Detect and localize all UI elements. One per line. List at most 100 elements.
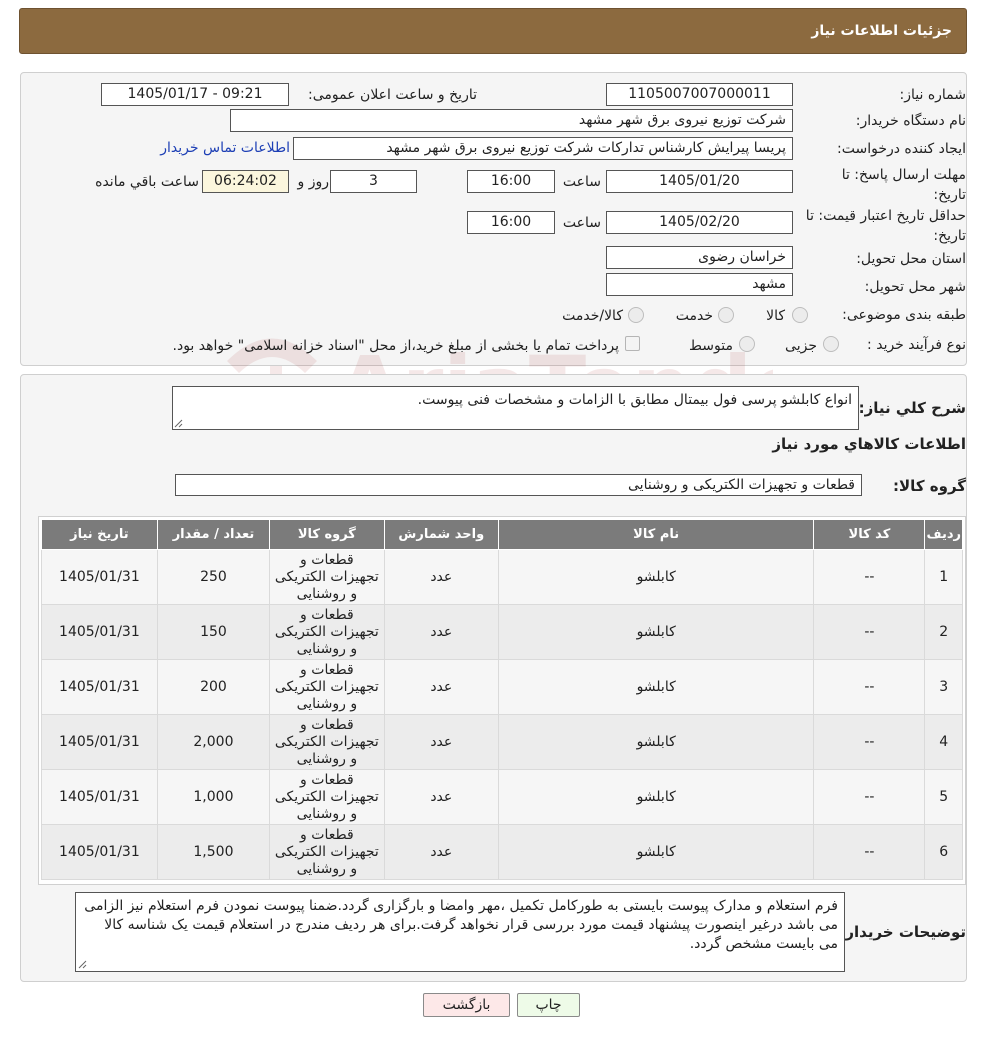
category-goods-service-radio[interactable]	[628, 307, 644, 323]
item-unit: عدد	[383, 824, 499, 880]
item-need-date: 1405/01/31	[41, 549, 158, 605]
goods-table-wrap: رديف کد کالا نام کالا واحد شمارش گروه کا…	[38, 516, 966, 885]
purchase-minor-label: جزیی	[785, 338, 817, 354]
validity-time-field: 16:00	[467, 211, 555, 234]
item-need-date: 1405/01/31	[41, 769, 158, 825]
announce-datetime-field: 1405/01/17 - 09:21	[101, 83, 289, 106]
item-quantity: 1,500	[156, 824, 271, 880]
item-unit: عدد	[383, 604, 499, 660]
description-label: شرح کلي نياز:	[858, 399, 966, 417]
table-row: 4 -- کابلشو عدد قطعات و تجهیزات الکتریکی…	[41, 714, 963, 770]
item-code: --	[813, 604, 926, 660]
resize-handle-icon[interactable]	[174, 419, 183, 428]
need-number-field: 1105007007000011	[606, 83, 793, 106]
buyer-org-field: شرکت توزیع نیروی برق شهر مشهد	[230, 109, 793, 132]
page-title: جزئیات اطلاعات نیاز	[811, 23, 952, 39]
item-name: کابلشو	[497, 714, 815, 770]
row-number: 6	[924, 824, 963, 880]
treasury-payment-note: پرداخت تمام یا بخشی از مبلغ خرید،از محل …	[172, 338, 619, 354]
item-need-date: 1405/01/31	[41, 714, 158, 770]
item-unit: عدد	[383, 659, 499, 715]
item-code: --	[813, 714, 926, 770]
row-number: 4	[924, 714, 963, 770]
city-field: مشهد	[606, 273, 793, 296]
item-quantity: 150	[156, 604, 271, 660]
table-row: 2 -- کابلشو عدد قطعات و تجهیزات الکتریکی…	[41, 604, 963, 660]
item-unit: عدد	[383, 549, 499, 605]
item-quantity: 1,000	[156, 769, 271, 825]
row-number: 2	[924, 604, 963, 660]
category-goods-radio[interactable]	[792, 307, 808, 323]
buyer-notes-textarea[interactable]: فرم استعلام و مدارک پیوست بایستی به طورک…	[75, 892, 845, 972]
goods-table: رديف کد کالا نام کالا واحد شمارش گروه کا…	[41, 519, 963, 880]
creator-label: ایجاد کننده درخواست:	[837, 141, 966, 157]
buyer-contact-link[interactable]: اطلاعات تماس خریدار	[156, 140, 290, 156]
goods-group-label: گروه کالا:	[893, 477, 966, 495]
buyer-notes-label: توضیحات خریدار:	[839, 923, 966, 941]
category-service-radio[interactable]	[718, 307, 734, 323]
purchase-minor-radio[interactable]	[823, 336, 839, 352]
col-code-header: کد کالا	[813, 519, 926, 550]
back-button[interactable]: بازگشت	[423, 993, 510, 1017]
deadline-time-field: 16:00	[467, 170, 555, 193]
row-number: 5	[924, 769, 963, 825]
item-name: کابلشو	[497, 824, 815, 880]
purchase-medium-radio[interactable]	[739, 336, 755, 352]
item-group: قطعات و تجهیزات الکتریکی و روشنایی	[269, 549, 385, 605]
item-quantity: 250	[156, 549, 271, 605]
item-group: قطعات و تجهیزات الکتریکی و روشنایی	[269, 714, 385, 770]
item-code: --	[813, 769, 926, 825]
col-name-header: نام کالا	[497, 519, 815, 550]
item-unit: عدد	[383, 769, 499, 825]
item-name: کابلشو	[497, 604, 815, 660]
table-row: 3 -- کابلشو عدد قطعات و تجهیزات الکتریکی…	[41, 659, 963, 715]
table-row: 1 -- کابلشو عدد قطعات و تجهیزات الکتریکی…	[41, 549, 963, 605]
price-validity-label: حداقل تاریخ اعتبار قیمت: تا تاریخ:	[805, 208, 966, 244]
item-need-date: 1405/01/31	[41, 604, 158, 660]
table-row: 6 -- کابلشو عدد قطعات و تجهیزات الکتریکی…	[41, 824, 963, 880]
category-goods-label: کالا	[766, 308, 785, 324]
item-need-date: 1405/01/31	[41, 824, 158, 880]
remaining-time-label: ساعت باقي مانده	[95, 174, 199, 190]
row-number: 1	[924, 549, 963, 605]
need-number-label: شماره نیاز:	[899, 87, 967, 103]
table-row: 5 -- کابلشو عدد قطعات و تجهیزات الکتریکی…	[41, 769, 963, 825]
city-label: شهر محل تحویل:	[864, 279, 966, 295]
table-header-row: رديف کد کالا نام کالا واحد شمارش گروه کا…	[41, 519, 963, 550]
col-group-header: گروه کالا	[269, 519, 385, 550]
item-unit: عدد	[383, 714, 499, 770]
info-panel: AriaTender.neT شماره نیاز: 1105007007000…	[20, 72, 967, 436]
purchase-type-label: نوع فرآیند خرید :	[867, 337, 966, 353]
print-button[interactable]: چاپ	[517, 993, 580, 1017]
item-group: قطعات و تجهیزات الکتریکی و روشنایی	[269, 769, 385, 825]
goods-panel: شرح کلي نياز: انواع کابلشو پرسی فول بیمت…	[20, 374, 967, 982]
item-code: --	[813, 824, 926, 880]
goods-group-field: قطعات و تجهیزات الکتریکی و روشنایی	[175, 474, 862, 496]
announce-datetime-label: تاریخ و ساعت اعلان عمومی:	[308, 87, 477, 103]
description-textarea[interactable]: انواع کابلشو پرسی فول بیمتال مطابق با ال…	[172, 386, 859, 430]
col-unit-header: واحد شمارش	[383, 519, 499, 550]
category-label: طبقه بندی موضوعی:	[842, 307, 966, 323]
goods-info-title: اطلاعات کالاهاي مورد نياز	[772, 435, 966, 453]
row-number: 3	[924, 659, 963, 715]
item-group: قطعات و تجهیزات الکتریکی و روشنایی	[269, 659, 385, 715]
purchase-medium-label: متوسط	[689, 338, 733, 354]
item-need-date: 1405/01/31	[41, 659, 158, 715]
item-quantity: 200	[156, 659, 271, 715]
page-header: جزئیات اطلاعات نیاز	[19, 8, 967, 54]
remaining-days-field: 3	[330, 170, 417, 193]
resize-handle-icon[interactable]	[78, 960, 87, 969]
province-label: استان محل تحویل:	[856, 251, 966, 267]
category-goods-service-label: کالا/خدمت	[562, 308, 623, 324]
deadline-label: مهلت ارسال پاسخ: تا تاریخ:	[841, 167, 966, 203]
category-service-label: خدمت	[675, 308, 713, 324]
validity-date-field: 1405/02/20	[606, 211, 793, 234]
col-row-header: رديف	[924, 519, 963, 550]
item-group: قطعات و تجهیزات الکتریکی و روشنایی	[269, 604, 385, 660]
col-date-header: تاریخ نیاز	[41, 519, 158, 550]
item-code: --	[813, 659, 926, 715]
remaining-time-field: 06:24:02	[202, 170, 289, 193]
item-code: --	[813, 549, 926, 605]
item-name: کابلشو	[497, 549, 815, 605]
treasury-payment-checkbox[interactable]	[625, 336, 640, 351]
